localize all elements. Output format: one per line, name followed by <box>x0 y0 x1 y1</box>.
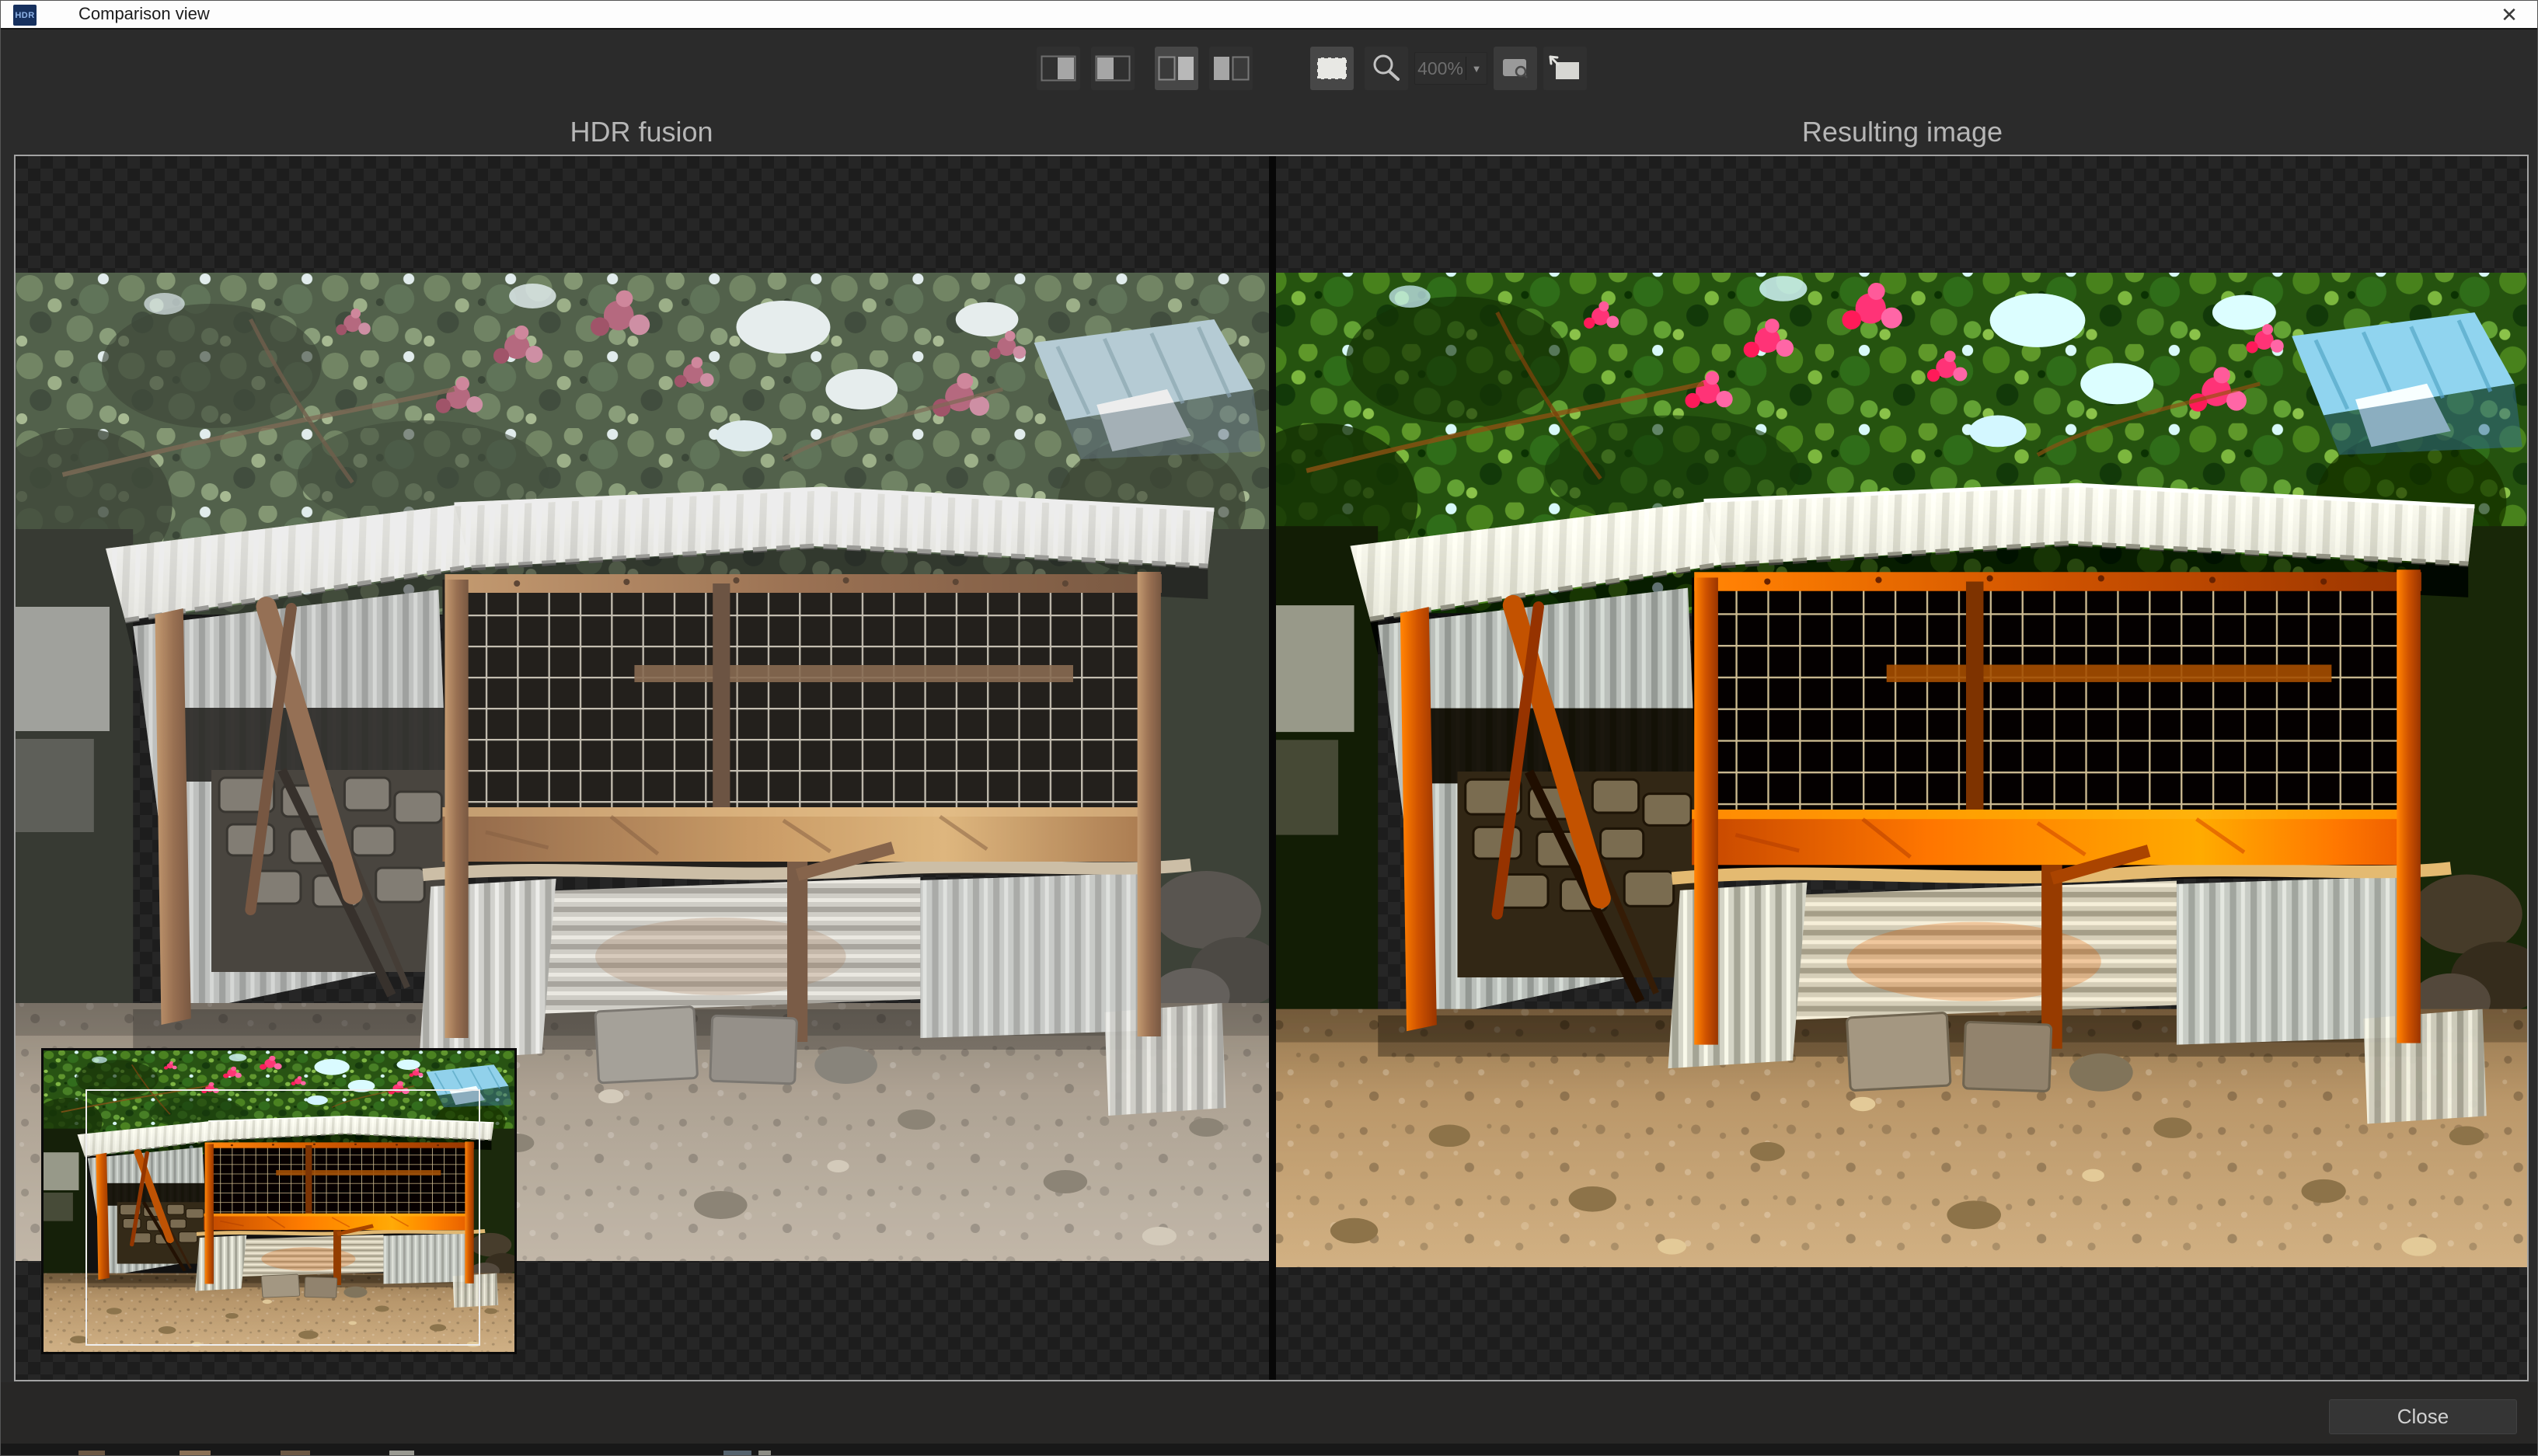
marquee-rect-icon <box>1315 55 1349 82</box>
window-title: Comparison view <box>78 4 210 24</box>
arrow-into-rect-icon <box>1548 54 1582 82</box>
background-window-sliver <box>281 1451 310 1456</box>
zoom-level-select[interactable]: 400% ▼ <box>1414 52 1487 85</box>
zoom-tool-button[interactable] <box>1365 47 1408 90</box>
comparison-viewport <box>14 155 2529 1381</box>
toolbar: 400% ▼ <box>1037 44 1587 92</box>
background-window-sliver <box>758 1451 771 1456</box>
comparison-view-window: HDR Comparison view ✕ <box>0 0 2538 1456</box>
magnifier-icon <box>1371 53 1402 84</box>
background-window-sliver <box>78 1451 105 1456</box>
app-icon: HDR <box>13 5 37 26</box>
navigator-thumbnail[interactable] <box>41 1048 517 1354</box>
image-magnifier-icon <box>1500 56 1531 81</box>
background-window-sliver <box>723 1451 751 1456</box>
window-close-icon[interactable]: ✕ <box>2492 2 2526 27</box>
actual-size-button[interactable] <box>1494 47 1537 90</box>
left-pane-label: HDR fusion <box>14 114 1269 150</box>
background-window-sliver <box>389 1451 414 1456</box>
two-rects-right-filled-icon <box>1158 55 1195 82</box>
right-image-pane[interactable] <box>1276 156 2527 1380</box>
left-image-pane[interactable] <box>16 156 1269 1380</box>
pane-divider <box>1269 156 1276 1380</box>
view-side-by-side-right-button[interactable] <box>1155 47 1198 90</box>
fit-to-view-button[interactable] <box>1543 47 1587 90</box>
view-blend-left-button[interactable] <box>1091 47 1135 90</box>
resulting-image[interactable] <box>1276 273 2527 1267</box>
split-rect-right-filled-icon <box>1041 55 1076 82</box>
zoom-level-value: 400% <box>1415 58 1466 79</box>
background-window-sliver <box>180 1451 211 1456</box>
title-bar: HDR Comparison view ✕ <box>1 1 2537 30</box>
two-rects-left-filled-icon <box>1212 55 1250 82</box>
navigator-view-rect[interactable] <box>85 1089 480 1346</box>
right-pane-label: Resulting image <box>1276 114 2529 150</box>
footer-bar: Close <box>1 1382 2537 1444</box>
chevron-down-icon[interactable]: ▼ <box>1466 63 1487 75</box>
close-button[interactable]: Close <box>2329 1399 2517 1434</box>
navigator-toggle-button[interactable] <box>1310 47 1354 90</box>
view-side-by-side-left-button[interactable] <box>1209 47 1253 90</box>
split-rect-left-filled-icon <box>1095 55 1131 82</box>
view-blend-right-button[interactable] <box>1037 47 1080 90</box>
bottom-strip <box>1 1444 2537 1456</box>
